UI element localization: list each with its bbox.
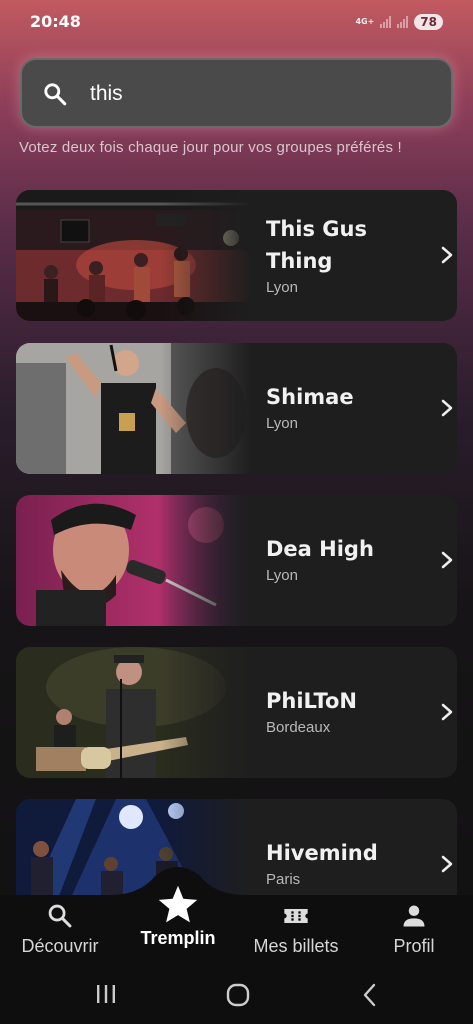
person-icon (403, 905, 425, 927)
network-type: 4G+ (355, 17, 375, 26)
band-card[interactable]: This Gus Thing Lyon (16, 190, 457, 321)
signal-icon (397, 16, 409, 28)
nav-discover-label: Découvrir (21, 936, 99, 956)
nav-discover[interactable]: Découvrir (14, 902, 106, 957)
band-card[interactable]: PhiLToN Bordeaux (16, 647, 457, 778)
band-card[interactable]: Dea High Lyon (16, 495, 457, 626)
band-name: Shimae (266, 385, 354, 409)
band-city: Bordeaux (266, 719, 331, 736)
search-input[interactable] (90, 78, 430, 110)
star-icon (158, 885, 198, 923)
band-card[interactable]: Shimae Lyon (16, 343, 457, 474)
search-bar[interactable] (20, 58, 453, 128)
system-nav-bar (0, 965, 473, 1024)
status-indicators: 4G+ 78 (355, 14, 443, 30)
chevron-right-icon[interactable] (439, 700, 455, 724)
bottom-nav: Découvrir Tremplin Mes billets Profil (0, 885, 473, 965)
nav-tickets[interactable]: Mes billets (246, 902, 346, 957)
nav-tremplin[interactable]: Tremplin (132, 883, 224, 949)
search-icon (48, 904, 72, 928)
band-city: Lyon (266, 567, 298, 584)
nav-tremplin-label: Tremplin (140, 928, 216, 948)
band-photo (16, 190, 251, 321)
band-photo (16, 343, 251, 474)
tagline: Votez deux fois chaque jour pour vos gro… (19, 139, 402, 156)
signal-icon (380, 16, 392, 28)
band-name: Dea High (266, 537, 374, 561)
band-photo (16, 647, 251, 778)
search-icon (44, 83, 67, 106)
nav-profile[interactable]: Profil (378, 902, 450, 957)
band-list[interactable]: This Gus Thing Lyon Shimae Lyon Dea High… (16, 190, 457, 895)
band-name: PhiLToN (266, 689, 357, 713)
band-city: Lyon (266, 415, 298, 432)
status-time: 20:48 (30, 12, 81, 31)
home-icon[interactable] (226, 983, 250, 1007)
band-photo (16, 495, 251, 626)
chevron-right-icon[interactable] (439, 548, 455, 572)
back-icon[interactable] (360, 983, 380, 1007)
nav-profile-label: Profil (393, 936, 435, 956)
chevron-right-icon[interactable] (439, 243, 455, 267)
ticket-icon (284, 909, 308, 923)
band-city: Lyon (266, 279, 298, 296)
battery-badge: 78 (414, 14, 443, 30)
status-bar: 20:48 4G+ 78 (0, 0, 473, 44)
nav-bump (0, 867, 473, 898)
chevron-right-icon[interactable] (439, 396, 455, 420)
band-name: This Gus Thing (266, 217, 367, 273)
nav-tickets-label: Mes billets (253, 936, 339, 956)
recent-apps-icon[interactable] (94, 983, 118, 1005)
